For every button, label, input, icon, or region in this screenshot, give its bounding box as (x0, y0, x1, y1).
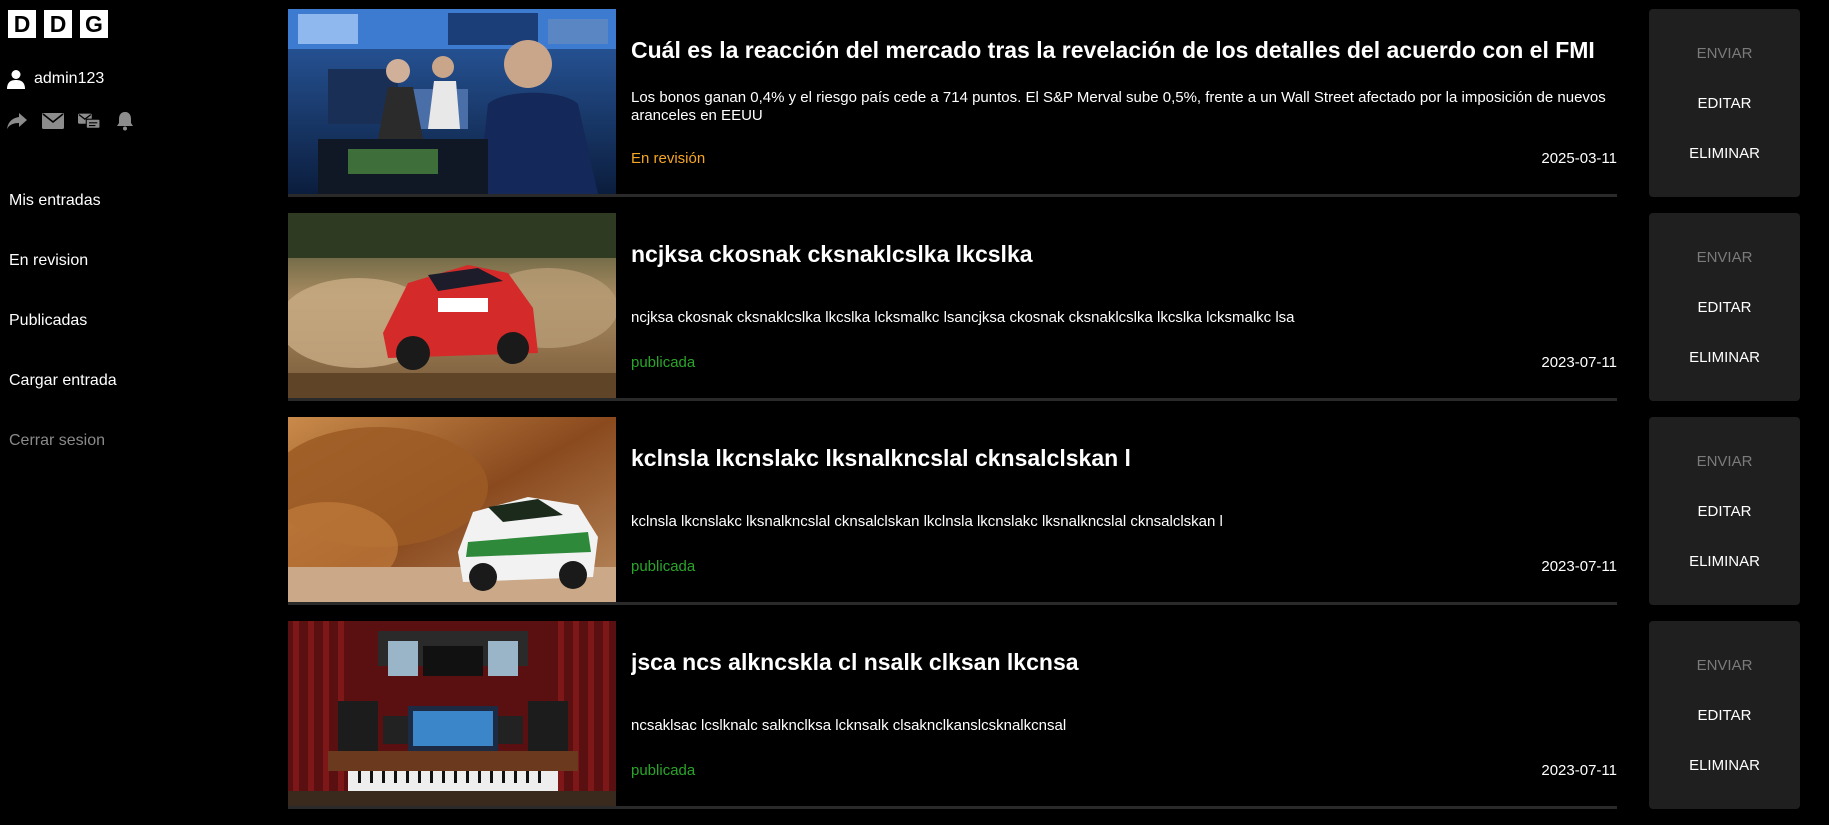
entry-image (288, 213, 616, 398)
status-badge: publicada (631, 354, 696, 371)
entry-card[interactable]: jsca ncs alkncskla cl nsalk clksan lkcns… (288, 621, 1617, 809)
entry-item: jsca ncs alkncskla cl nsalk clksan lkcns… (288, 621, 1800, 825)
entries-list: Cuál es la reacción del mercado tras la … (288, 9, 1800, 825)
sidebar-nav: Mis entradas En revision Publicadas Carg… (9, 189, 117, 489)
entry-actions: ENVIAR EDITAR ELIMINAR (1649, 213, 1800, 401)
entry-card[interactable]: kclnsla lkcnslakc lksnalkncslal cknsalcl… (288, 417, 1617, 605)
user-icon (7, 69, 25, 89)
logo-letter: G (80, 10, 108, 38)
share-icon[interactable] (6, 111, 28, 131)
entry-item: Cuál es la reacción del mercado tras la … (288, 9, 1800, 213)
messages-icon[interactable] (78, 111, 100, 131)
entry-actions: ENVIAR EDITAR ELIMINAR (1649, 9, 1800, 197)
sidebar: D D G admin123 Mis entradas En revision … (0, 0, 250, 818)
logo[interactable]: D D G (8, 10, 108, 38)
send-button[interactable]: ENVIAR (1649, 28, 1800, 78)
entry-description: kclnsla lkcnslakc lksnalkncslal cknsalcl… (631, 513, 1223, 530)
entry-title[interactable]: ncjksa ckosnak cksnaklcslka lkcslka (631, 241, 1617, 268)
delete-button[interactable]: ELIMINAR (1649, 332, 1800, 382)
quick-actions (6, 111, 136, 131)
nav-cargar-entrada[interactable]: Cargar entrada (9, 369, 117, 429)
send-button[interactable]: ENVIAR (1649, 640, 1800, 690)
entry-title[interactable]: jsca ncs alkncskla cl nsalk clksan lkcns… (631, 649, 1617, 676)
edit-button[interactable]: EDITAR (1649, 690, 1800, 740)
status-badge: En revisión (631, 150, 706, 167)
entry-description: ncsaklsac lcslknalc salknclksa lcknsalk … (631, 717, 1067, 734)
send-button[interactable]: ENVIAR (1649, 436, 1800, 486)
delete-button[interactable]: ELIMINAR (1649, 536, 1800, 586)
edit-button[interactable]: EDITAR (1649, 486, 1800, 536)
entry-actions: ENVIAR EDITAR ELIMINAR (1649, 417, 1800, 605)
entry-image (288, 417, 616, 602)
status-badge: publicada (631, 558, 696, 575)
entry-item: kclnsla lkcnslakc lksnalkncslal cknsalcl… (288, 417, 1800, 621)
entry-card[interactable]: ncjksa ckosnak cksnaklcslka lkcslka ncjk… (288, 213, 1617, 401)
user-info: admin123 (7, 69, 104, 89)
entry-image (288, 621, 616, 806)
entry-description: ncjksa ckosnak cksnaklcslka lkcslka lcks… (631, 309, 1295, 326)
entry-description: Los bonos ganan 0,4% y el riesgo país ce… (631, 89, 1606, 124)
status-badge: publicada (631, 762, 696, 779)
nav-cerrar-sesion[interactable]: Cerrar sesion (9, 429, 117, 489)
nav-en-revision[interactable]: En revision (9, 249, 117, 309)
entry-date: 2025-03-11 (1541, 150, 1617, 167)
logo-letter: D (44, 10, 72, 38)
bell-icon[interactable] (114, 111, 136, 131)
entry-item: ncjksa ckosnak cksnaklcslka lkcslka ncjk… (288, 213, 1800, 417)
entry-actions: ENVIAR EDITAR ELIMINAR (1649, 621, 1800, 809)
entry-date: 2023-07-11 (1541, 354, 1617, 371)
entry-date: 2023-07-11 (1541, 762, 1617, 779)
entry-card[interactable]: Cuál es la reacción del mercado tras la … (288, 9, 1617, 197)
entry-title[interactable]: Cuál es la reacción del mercado tras la … (631, 37, 1617, 64)
username: admin123 (34, 70, 105, 87)
mail-icon[interactable] (42, 111, 64, 131)
nav-publicadas[interactable]: Publicadas (9, 309, 117, 369)
edit-button[interactable]: EDITAR (1649, 282, 1800, 332)
delete-button[interactable]: ELIMINAR (1649, 128, 1800, 178)
nav-mis-entradas[interactable]: Mis entradas (9, 189, 117, 249)
entry-date: 2023-07-11 (1541, 558, 1617, 575)
send-button[interactable]: ENVIAR (1649, 232, 1800, 282)
delete-button[interactable]: ELIMINAR (1649, 740, 1800, 790)
entry-image (288, 9, 616, 194)
entry-title[interactable]: kclnsla lkcnslakc lksnalkncslal cknsalcl… (631, 445, 1617, 472)
logo-letter: D (8, 10, 36, 38)
edit-button[interactable]: EDITAR (1649, 78, 1800, 128)
